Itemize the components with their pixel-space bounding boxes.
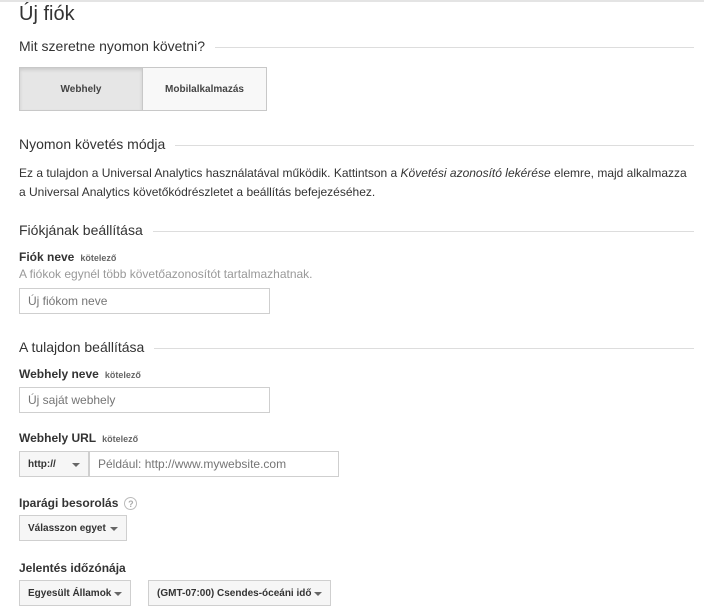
account-name-label: Fiók neve bbox=[19, 250, 75, 264]
industry-dropdown[interactable]: Válasszon egyet bbox=[19, 515, 127, 541]
tracking-method-header: Nyomon követés módja bbox=[19, 136, 694, 156]
required-tag: kötelező bbox=[104, 370, 141, 380]
account-name-label-row: Fiók neve kötelező bbox=[19, 250, 116, 264]
tab-website[interactable]: Webhely bbox=[20, 68, 143, 110]
chevron-down-icon bbox=[72, 463, 80, 467]
track-section-heading: Mit szeretne nyomon követni? bbox=[19, 38, 215, 54]
protocol-dropdown[interactable]: http:// bbox=[19, 451, 89, 477]
industry-label-row: Iparági besorolás? bbox=[19, 496, 138, 511]
property-settings-heading: A tulajdon beállítása bbox=[19, 339, 155, 355]
timezone-zone-value: (GMT-07:00) Csendes-óceáni idő bbox=[157, 587, 312, 599]
chevron-down-icon bbox=[110, 527, 118, 531]
website-name-label-row: Webhely neve kötelező bbox=[19, 367, 141, 381]
get-tracking-id-reference: Követési azonosító lekérése bbox=[400, 166, 551, 180]
account-settings-heading: Fiókjának beállítása bbox=[19, 222, 153, 238]
account-name-input[interactable] bbox=[19, 288, 270, 314]
website-name-label: Webhely neve bbox=[19, 367, 99, 381]
tracking-method-heading: Nyomon követés módja bbox=[19, 136, 176, 152]
tracking-method-description: Ez a tulajdon a Universal Analytics hasz… bbox=[19, 164, 689, 202]
property-settings-header: A tulajdon beállítása bbox=[19, 339, 694, 359]
website-url-label-row: Webhely URL kötelező bbox=[19, 431, 138, 445]
required-tag: kötelező bbox=[80, 253, 117, 263]
website-url-input[interactable] bbox=[89, 451, 339, 477]
protocol-value: http:// bbox=[28, 458, 56, 470]
account-name-hint: A fiókok egynél több követőazonosítót ta… bbox=[19, 267, 313, 281]
timezone-country-value: Egyesült Államok bbox=[28, 587, 112, 599]
track-section-header: Mit szeretne nyomon követni? bbox=[19, 38, 694, 58]
timezone-zone-dropdown[interactable]: (GMT-07:00) Csendes-óceáni idő bbox=[148, 580, 331, 606]
chevron-down-icon bbox=[114, 592, 122, 596]
help-icon[interactable]: ? bbox=[124, 497, 138, 511]
required-tag: kötelező bbox=[102, 434, 139, 444]
track-type-toggle: Webhely Mobilalkalmazás bbox=[19, 67, 267, 111]
timezone-country-dropdown[interactable]: Egyesült Államok bbox=[19, 580, 131, 606]
top-divider bbox=[0, 0, 704, 2]
description-text: Ez a tulajdon a Universal Analytics hasz… bbox=[19, 166, 401, 180]
tab-mobile-app[interactable]: Mobilalkalmazás bbox=[143, 68, 266, 110]
industry-value: Válasszon egyet bbox=[28, 522, 106, 534]
chevron-down-icon bbox=[314, 592, 322, 596]
timezone-label: Jelentés időzónája bbox=[19, 561, 126, 575]
page-title: Új fiók bbox=[19, 3, 75, 25]
website-url-label: Webhely URL bbox=[19, 431, 97, 445]
industry-label: Iparági besorolás bbox=[19, 496, 119, 510]
account-settings-header: Fiókjának beállítása bbox=[19, 222, 694, 242]
website-name-input[interactable] bbox=[19, 387, 270, 413]
